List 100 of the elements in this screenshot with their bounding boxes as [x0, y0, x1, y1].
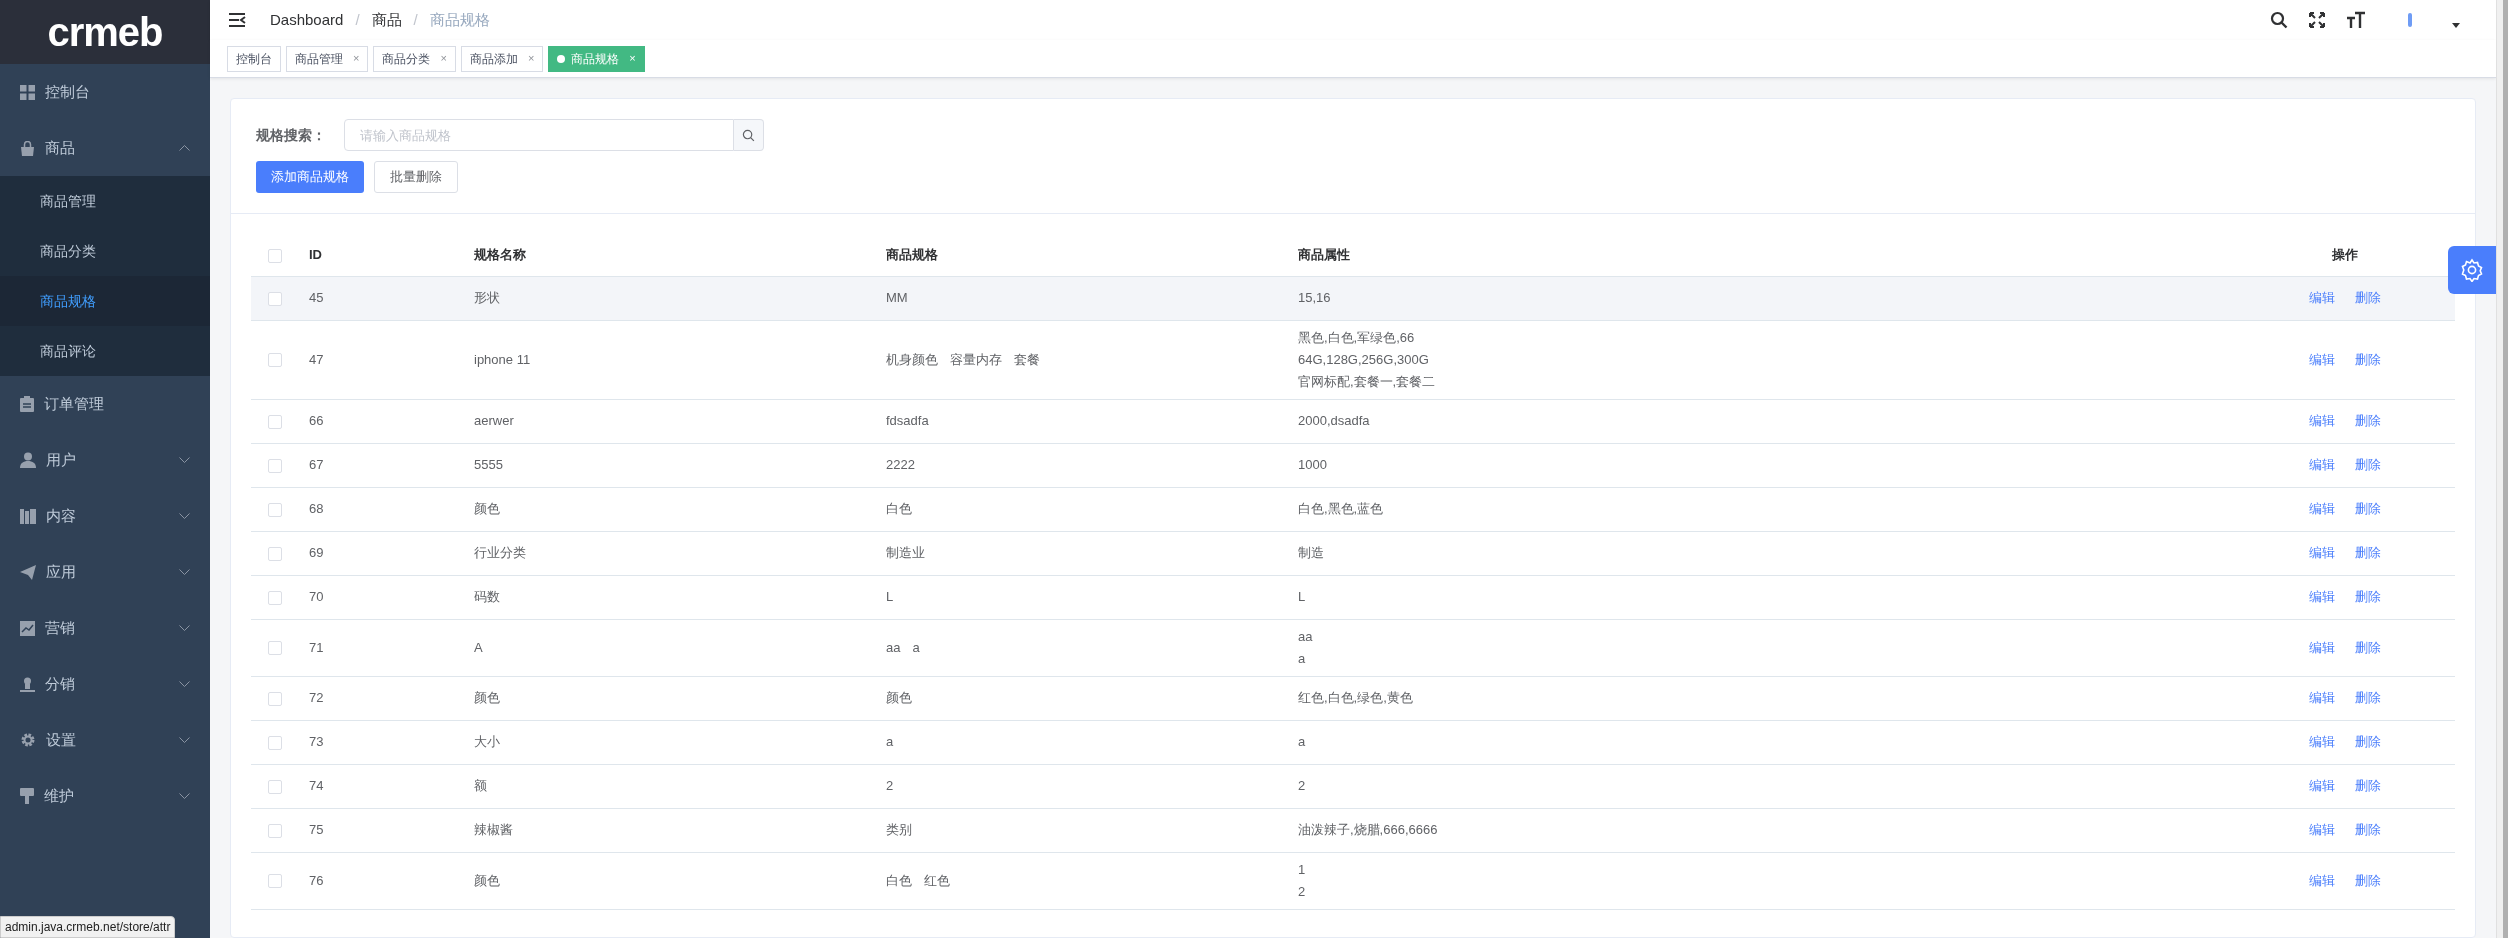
- name-cell: aerwer: [474, 413, 514, 429]
- submenu-item[interactable]: 商品分类: [0, 226, 210, 276]
- submenu-item[interactable]: 商品评论: [0, 326, 210, 376]
- close-icon[interactable]: ×: [629, 50, 636, 67]
- delete-link[interactable]: 删除: [2355, 499, 2381, 519]
- attribute-text: 2000,dsadfa: [1298, 412, 1371, 430]
- checkbox[interactable]: [268, 248, 282, 263]
- delete-link[interactable]: 删除: [2355, 288, 2381, 308]
- delete-link[interactable]: 删除: [2355, 543, 2381, 563]
- sidebar-item[interactable]: 设置: [0, 712, 210, 768]
- spec-text: 白色: [886, 500, 912, 519]
- clipboard-icon: [20, 396, 34, 412]
- checkbox[interactable]: [268, 590, 282, 605]
- submenu-item[interactable]: 商品管理: [0, 176, 210, 226]
- submenu-item[interactable]: 商品规格: [0, 276, 210, 326]
- checkbox[interactable]: [268, 874, 282, 889]
- search-button[interactable]: [734, 119, 764, 151]
- spec-text: 红色: [924, 871, 950, 890]
- sidebar-item[interactable]: 分销: [0, 656, 210, 712]
- id-cell: 45: [309, 290, 324, 306]
- edit-link[interactable]: 编辑: [2309, 349, 2335, 370]
- sidebar-item[interactable]: 商品: [0, 120, 210, 176]
- edit-link[interactable]: 编辑: [2309, 288, 2335, 308]
- close-icon[interactable]: ×: [527, 50, 535, 67]
- attribute-text: 1: [1298, 860, 1307, 879]
- caret-icon[interactable]: [2452, 22, 2460, 28]
- spec-text: aa: [886, 638, 901, 657]
- search-icon[interactable]: [2270, 11, 2288, 29]
- tab[interactable]: 商品分类 ×: [373, 45, 456, 72]
- checkbox[interactable]: [268, 291, 282, 306]
- checkbox[interactable]: [268, 546, 282, 561]
- breadcrumb-link[interactable]: Dashboard: [270, 8, 344, 32]
- delete-link[interactable]: 删除: [2355, 349, 2381, 370]
- edit-link[interactable]: 编辑: [2309, 820, 2335, 840]
- close-icon[interactable]: ×: [353, 50, 360, 67]
- edit-link[interactable]: 编辑: [2309, 455, 2335, 475]
- delete-link[interactable]: 删除: [2355, 455, 2381, 475]
- checkbox[interactable]: [268, 691, 282, 706]
- scrollbar[interactable]: [2503, 0, 2508, 938]
- delete-link[interactable]: 删除: [2355, 688, 2381, 708]
- attribute-text: 2: [1298, 777, 1307, 795]
- spec-text: 颜色: [886, 689, 912, 708]
- paper-plane-icon: [20, 564, 36, 580]
- bag-icon: [20, 140, 35, 156]
- checkbox[interactable]: [268, 414, 282, 429]
- delete-link[interactable]: 删除: [2355, 776, 2381, 796]
- attribute-text: a: [1298, 649, 1307, 668]
- search-label: 规格搜索：: [256, 125, 326, 145]
- delete-link[interactable]: 删除: [2355, 637, 2381, 658]
- name-cell: 大小: [474, 734, 500, 750]
- name-cell: 行业分类: [474, 545, 526, 561]
- edit-link[interactable]: 编辑: [2309, 499, 2335, 519]
- column-header: 商品属性: [1298, 247, 1350, 262]
- sidebar-item[interactable]: 内容: [0, 488, 210, 544]
- edit-link[interactable]: 编辑: [2309, 543, 2335, 563]
- edit-link[interactable]: 编辑: [2309, 688, 2335, 708]
- edit-link[interactable]: 编辑: [2309, 732, 2335, 752]
- checkbox[interactable]: [268, 353, 282, 368]
- delete-link[interactable]: 删除: [2355, 732, 2381, 752]
- attribute-text: 黑色,白色,军绿色,66: [1298, 328, 1416, 347]
- name-cell: iphone 11: [474, 351, 531, 367]
- edit-link[interactable]: 编辑: [2309, 776, 2335, 796]
- checkbox[interactable]: [268, 823, 282, 838]
- edit-link[interactable]: 编辑: [2309, 637, 2335, 658]
- sidebar-item[interactable]: 控制台: [0, 64, 210, 120]
- checkbox[interactable]: [268, 502, 282, 517]
- settings-icon: [2460, 258, 2484, 282]
- fullscreen-icon[interactable]: [2308, 11, 2326, 29]
- logo: crmeb: [47, 12, 163, 52]
- settings-button[interactable]: [2448, 246, 2496, 294]
- font-size-icon[interactable]: [2346, 11, 2366, 29]
- tab[interactable]: 控制台: [227, 45, 281, 72]
- tab[interactable]: 商品添加 ×: [460, 45, 544, 72]
- edit-link[interactable]: 编辑: [2309, 587, 2335, 607]
- tab[interactable]: 商品规格 ×: [548, 45, 645, 72]
- delete-button[interactable]: 批量删除: [374, 161, 458, 193]
- edit-link[interactable]: 编辑: [2309, 870, 2335, 891]
- delete-link[interactable]: 删除: [2355, 411, 2381, 431]
- delete-link[interactable]: 删除: [2355, 587, 2381, 607]
- avatar-icon[interactable]: [2408, 13, 2412, 27]
- tab[interactable]: 商品管理 ×: [286, 45, 369, 72]
- search-field[interactable]: 请输入商品规格: [344, 119, 734, 151]
- sidebar-item[interactable]: 营销: [0, 600, 210, 656]
- spec-text: 2: [886, 777, 894, 796]
- checkbox[interactable]: [268, 779, 282, 794]
- checkbox[interactable]: [268, 641, 282, 656]
- sidebar-item[interactable]: 用户: [0, 432, 210, 488]
- menu-icon[interactable]: [228, 12, 246, 28]
- name-cell: 颜色: [474, 690, 500, 706]
- sidebar-item[interactable]: 订单管理: [0, 376, 210, 432]
- sidebar-item[interactable]: 维护: [0, 768, 210, 824]
- delete-link[interactable]: 删除: [2355, 870, 2381, 891]
- add-button[interactable]: 添加商品规格: [256, 161, 364, 193]
- checkbox[interactable]: [268, 458, 282, 473]
- close-icon[interactable]: ×: [440, 50, 447, 67]
- sidebar-item[interactable]: 应用: [0, 544, 210, 600]
- checkbox[interactable]: [268, 735, 282, 750]
- delete-link[interactable]: 删除: [2355, 820, 2381, 840]
- breadcrumb-link[interactable]: 商品: [371, 8, 402, 32]
- edit-link[interactable]: 编辑: [2309, 411, 2335, 431]
